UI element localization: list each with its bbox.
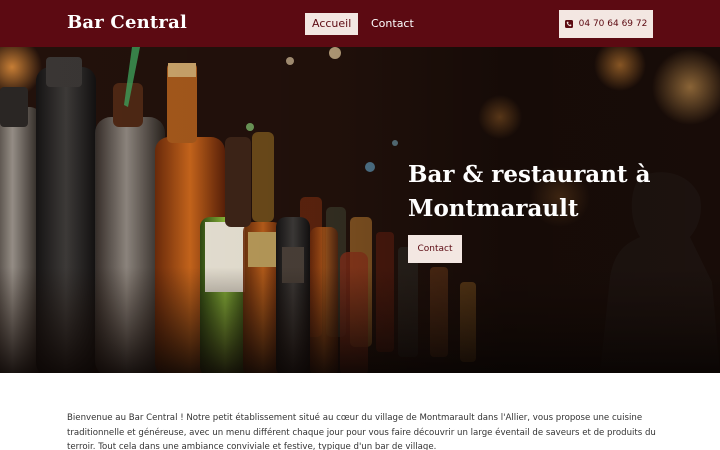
nav-link-contact[interactable]: Contact (364, 13, 421, 35)
phone-button[interactable]: 04 70 64 69 72 (559, 10, 653, 38)
phone-number: 04 70 64 69 72 (578, 19, 648, 29)
phone-icon (564, 20, 573, 28)
nav-link-accueil[interactable]: Accueil (305, 13, 359, 35)
intro-paragraph: Bienvenue au Bar Central ! Notre petit é… (67, 413, 656, 450)
site-logo[interactable]: Bar Central (67, 12, 187, 33)
hero-contact-button[interactable]: Contact (408, 235, 462, 263)
hero-banner: Bar & restaurant à Montmarault Contact (0, 47, 720, 373)
top-navigation-bar: Bar Central Accueil Contact 04 70 64 69 … (0, 0, 720, 47)
hero-title: Bar & restaurant à Montmarault (408, 161, 651, 222)
